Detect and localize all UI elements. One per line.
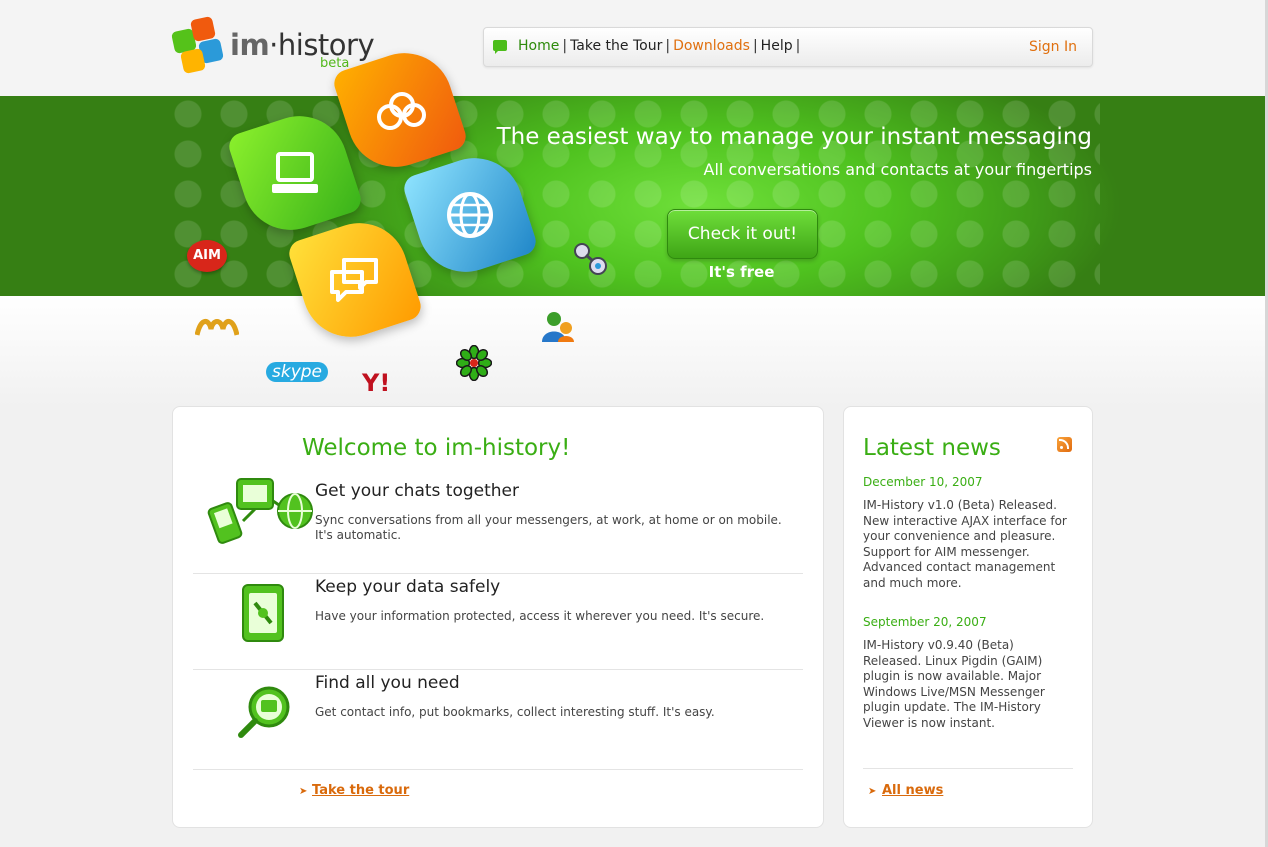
- skype-logo-icon: skype: [266, 362, 329, 382]
- petal-computer: [225, 103, 365, 243]
- hero-title: The easiest way to manage your instant m…: [496, 124, 1092, 150]
- yahoo-logo-icon: Y!: [362, 369, 391, 397]
- icq-flower-icon: [455, 344, 493, 385]
- nav-downloads-link[interactable]: Downloads: [673, 38, 750, 54]
- phone-lock-icon: [203, 573, 313, 649]
- people-icon: [377, 91, 426, 130]
- news-title: Latest news: [863, 435, 1001, 461]
- all-news-link[interactable]: All news: [882, 783, 943, 798]
- feature-description: Have your information protected, access …: [315, 609, 765, 623]
- check-it-out-button[interactable]: Check it out!: [667, 209, 818, 259]
- feature-description: Get contact info, put bookmarks, collect…: [315, 705, 715, 719]
- petal-chat: [285, 210, 425, 350]
- news-text: IM-History v1.0 (Beta) Released. New int…: [863, 498, 1067, 590]
- hero-fade: [0, 296, 1265, 406]
- feature-title: Keep your data safely: [315, 577, 501, 597]
- chat-bubble-icon: [493, 40, 507, 54]
- nav-bar: Home | Take the Tour | Downloads | Help | Sign …: [483, 27, 1093, 67]
- computer-icon: [272, 152, 318, 193]
- feature-description: Sync conversations from all your messeng…: [315, 513, 782, 542]
- windows-live-messenger-icon: [540, 310, 576, 348]
- sign-in-link[interactable]: Sign In: [1029, 39, 1077, 55]
- nav-separator: |: [752, 38, 758, 54]
- take-the-tour-link[interactable]: Take the tour: [312, 783, 409, 798]
- google-talk-icon: [572, 242, 610, 280]
- feature-security: Keep your data safely Have your informat…: [193, 573, 803, 670]
- aim-logo-icon: AIM: [187, 240, 227, 272]
- news-date: December 10, 2007: [863, 475, 983, 489]
- free-note: It's free: [708, 263, 775, 281]
- nav-tour-link[interactable]: Take the Tour: [570, 38, 662, 54]
- hero-subtitle: All conversations and contacts at your f…: [703, 160, 1092, 179]
- feature-title: Get your chats together: [315, 481, 519, 501]
- news-text: IM-History v0.9.40 (Beta) Released. Linu…: [863, 638, 1045, 730]
- arrow-right-icon: ➤: [868, 786, 877, 797]
- nav-separator: |: [795, 38, 801, 54]
- feature-chats: Get your chats together Sync conversatio…: [193, 477, 803, 574]
- nav-links: Home | Take the Tour | Downloads | Help |: [518, 38, 803, 54]
- rss-icon[interactable]: [1057, 437, 1072, 452]
- arrow-right-icon: ➤: [299, 786, 308, 797]
- site-logo[interactable]: im·history beta: [170, 16, 375, 80]
- magnifier-icon: [203, 669, 313, 745]
- welcome-title: Welcome to im-history!: [302, 435, 571, 461]
- globe-icon: [446, 192, 493, 238]
- news-panel: Latest news December 10, 2007 IM-History…: [843, 406, 1093, 828]
- petal-contacts: [330, 40, 470, 180]
- nav-help-link[interactable]: Help: [761, 38, 793, 54]
- msn-butterfly-icon: [194, 315, 240, 345]
- feature-search: Find all you need Get contact info, put …: [193, 669, 803, 770]
- news-date: September 20, 2007: [863, 615, 987, 629]
- feature-title: Find all you need: [315, 673, 460, 693]
- nav-separator: |: [665, 38, 671, 54]
- speech-bubbles-icon: [329, 258, 378, 302]
- nav-home-link[interactable]: Home: [518, 38, 559, 54]
- logo-mark-icon: [171, 16, 224, 74]
- devices-icon: [203, 477, 313, 553]
- nav-separator: |: [562, 38, 568, 54]
- welcome-panel: Welcome to im-history! Get your chats to…: [172, 406, 824, 828]
- divider: [863, 768, 1073, 769]
